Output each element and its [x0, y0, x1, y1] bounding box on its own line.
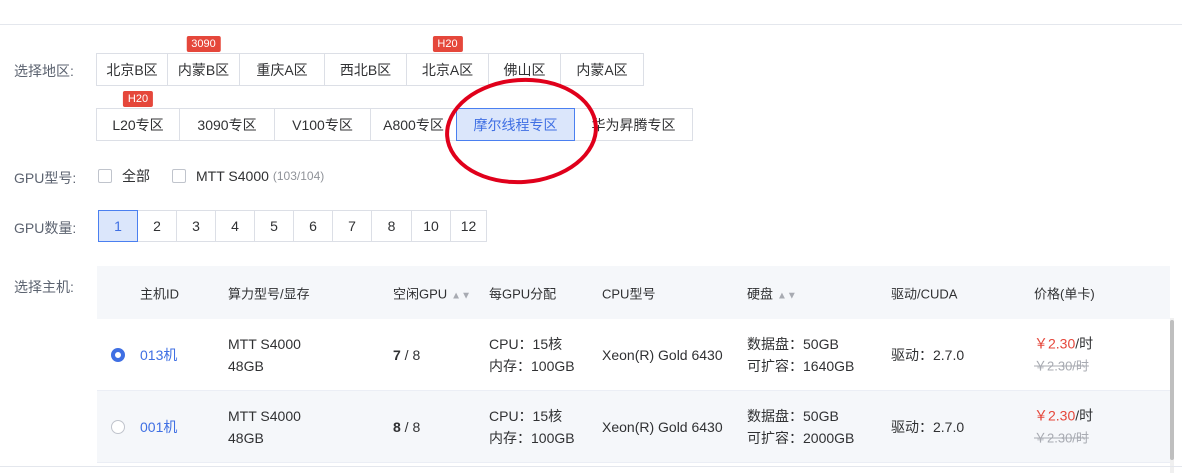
col-per-gpu: 每GPU分配 [489, 286, 557, 301]
region-button[interactable]: 3090 内蒙B区 [167, 36, 240, 86]
region-label: 选择地区: [14, 63, 74, 79]
checkbox[interactable] [172, 169, 186, 183]
checkbox[interactable] [98, 169, 112, 183]
region-badge: H20 [122, 91, 154, 107]
region-badge: 3090 [186, 36, 221, 52]
price-cell: ￥2.30/时 ￥2.30/时 [1034, 407, 1094, 445]
disk-cell: 数据盘：50GB 可扩容：1640GB [747, 335, 855, 374]
col-idle-gpu[interactable]: 空闲GPU ▲▼ [393, 283, 471, 302]
gpu-type-option-mtt[interactable]: MTT S4000 (103/104) [172, 168, 324, 184]
gpu-count-button[interactable]: 4 [215, 210, 255, 242]
region-button-selected[interactable]: 摩尔线程专区 [456, 108, 575, 141]
gpu-count-button[interactable]: 7 [332, 210, 372, 242]
region-button[interactable]: H20 L20专区 [96, 91, 180, 141]
gpu-count-button[interactable]: 3 [176, 210, 216, 242]
col-host-id: 主机ID [140, 286, 180, 301]
region-button[interactable]: 内蒙A区 [560, 53, 644, 86]
price-cell: ￥2.30/时 ￥2.30/时 [1034, 335, 1094, 373]
scrollbar-thumb[interactable] [1170, 320, 1174, 460]
gpu-type-options: 全部 MTT S4000 (103/104) [98, 166, 346, 186]
gpu-count-button[interactable]: 6 [293, 210, 333, 242]
host-id[interactable]: 001机 [140, 416, 177, 438]
per-gpu-cell: CPU：15核 内存：100GB [489, 335, 575, 374]
driver-cell: 驱动：2.7.0 [891, 346, 965, 363]
gpu-count-button[interactable]: 8 [371, 210, 412, 242]
gpu-count-button[interactable]: 2 [137, 210, 177, 242]
model-cell: MTT S4000 48GB [228, 335, 301, 374]
availability-count: (103/104) [272, 169, 325, 183]
host-id[interactable]: 013机 [140, 344, 177, 366]
cpu-cell: Xeon(R) Gold 6430 [602, 418, 723, 435]
bottom-divider [0, 466, 1182, 467]
gpu-count-label: GPU数量: [14, 220, 77, 236]
table-row[interactable]: 001机 MTT S4000 48GB 8 / 8 CPU：15核 内存：100GB… [97, 391, 1170, 463]
sort-icon[interactable]: ▲▼ [451, 290, 471, 301]
region-button[interactable]: 西北B区 [324, 53, 407, 86]
gpu-count-selector: 1 2 3 4 5 6 7 8 10 12 [98, 210, 487, 242]
disk-cell: 数据盘：50GB 可扩容：2000GB [747, 407, 855, 446]
region-button[interactable]: H20 北京A区 [406, 36, 489, 86]
model-cell: MTT S4000 48GB [228, 407, 301, 446]
region-button[interactable]: 重庆A区 [239, 53, 325, 86]
per-gpu-cell: CPU：15核 内存：100GB [489, 407, 575, 446]
host-label: 选择主机: [14, 279, 74, 295]
driver-cell: 驱动：2.7.0 [891, 418, 965, 435]
region-row-2: H20 L20专区 3090专区 V100专区 A800专区 摩尔线程专区 华为昇… [96, 91, 693, 141]
gpu-count-button[interactable]: 12 [450, 210, 487, 242]
region-button[interactable]: V100专区 [274, 108, 371, 141]
region-button[interactable]: A800专区 [370, 108, 457, 141]
region-button[interactable]: 华为昇腾专区 [574, 108, 693, 141]
cpu-cell: Xeon(R) Gold 6430 [602, 346, 723, 363]
col-driver: 驱动/CUDA [891, 286, 958, 301]
idle-gpu-cell: 8 / 8 [393, 418, 421, 435]
col-price: 价格(单卡) [1034, 286, 1095, 301]
gpu-count-button-selected[interactable]: 1 [98, 210, 138, 242]
gpu-type-option-all[interactable]: 全部 [98, 166, 150, 186]
region-badge: H20 [432, 36, 463, 52]
col-disk[interactable]: 硬盘 ▲▼ [747, 283, 797, 302]
idle-gpu-cell: 7 / 8 [393, 346, 421, 363]
gpu-count-button[interactable]: 10 [411, 210, 451, 242]
gpu-count-button[interactable]: 5 [254, 210, 294, 242]
col-model: 算力型号/显存 [228, 286, 310, 301]
region-button[interactable]: 北京B区 [96, 53, 168, 86]
table-header: 主机ID 算力型号/显存 空闲GPU ▲▼ 每GPU分配 CPU型号 硬盘 ▲▼ 驱… [97, 266, 1170, 319]
region-row-1: 北京B区 3090 内蒙B区 重庆A区 西北B区 H20 北京A区 佛山区 内蒙A区 [96, 36, 644, 86]
host-table: 主机ID 算力型号/显存 空闲GPU ▲▼ 每GPU分配 CPU型号 硬盘 ▲▼ 驱… [97, 266, 1170, 463]
gpu-type-label: GPU型号: [14, 170, 77, 186]
sort-icon[interactable]: ▲▼ [777, 290, 797, 301]
host-radio[interactable] [111, 419, 125, 434]
region-button[interactable]: 佛山区 [488, 53, 561, 86]
table-row[interactable]: 013机 MTT S4000 48GB 7 / 8 CPU：15核 内存：100GB… [97, 319, 1170, 391]
top-divider [0, 24, 1182, 25]
col-cpu: CPU型号 [602, 286, 656, 301]
host-radio-selected[interactable] [111, 347, 125, 362]
region-button[interactable]: 3090专区 [179, 108, 275, 141]
